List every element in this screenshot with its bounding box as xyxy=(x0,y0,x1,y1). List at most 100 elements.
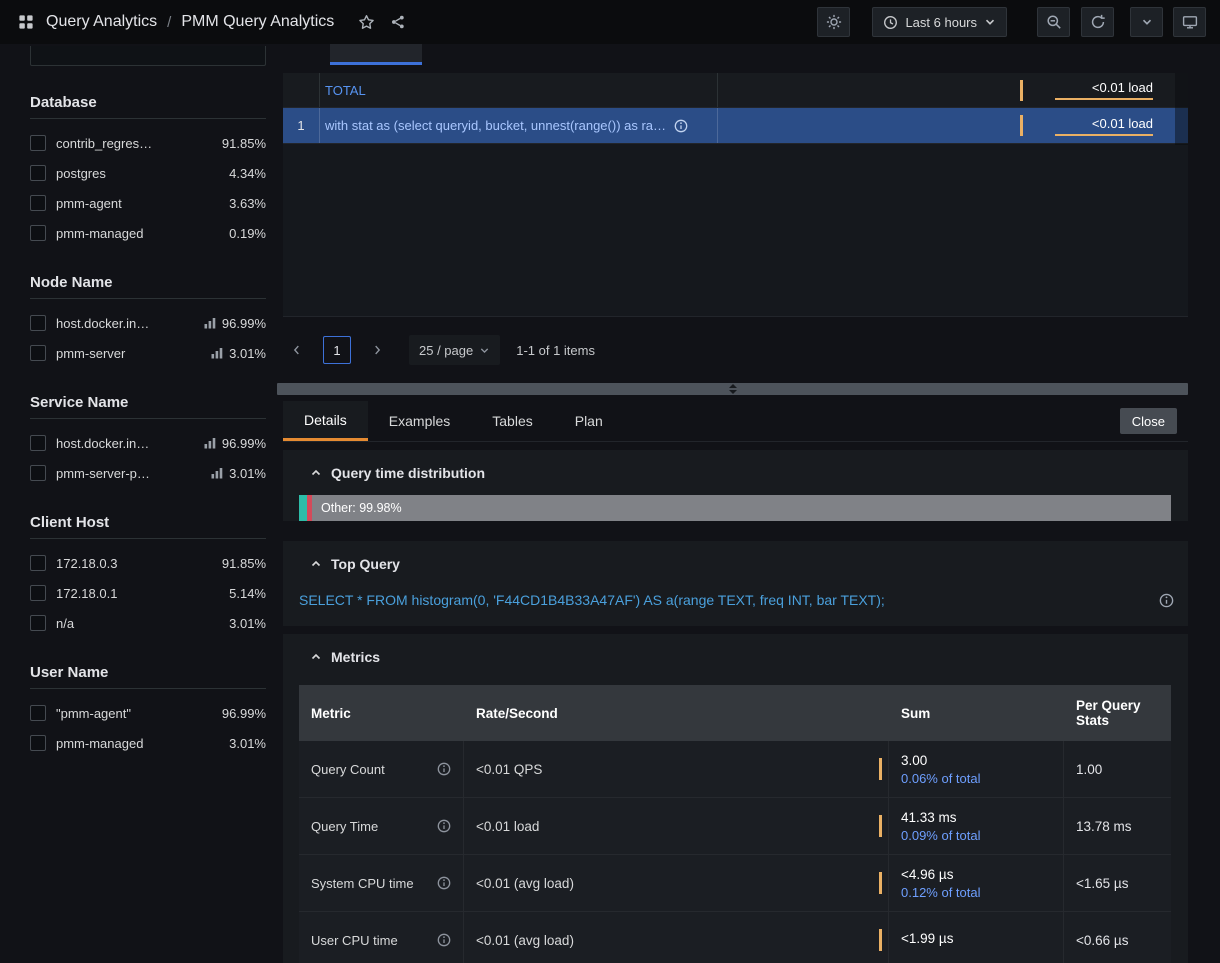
metric-sum-percent-link[interactable]: 0.09% of total xyxy=(901,828,981,843)
time-range-picker[interactable]: Last 6 hours xyxy=(872,7,1007,37)
checkbox[interactable] xyxy=(30,135,46,151)
caret-up-icon xyxy=(310,467,322,479)
apps-grid-icon[interactable] xyxy=(18,14,34,30)
section-header[interactable]: Metrics xyxy=(283,634,1188,677)
section-header[interactable]: Top Query xyxy=(283,541,1188,584)
checkbox[interactable] xyxy=(30,585,46,601)
filter-item[interactable]: pmm-server 3.01% xyxy=(30,338,266,368)
next-page-button[interactable] xyxy=(363,336,391,364)
metric-per-query: 13.78 ms xyxy=(1064,798,1171,854)
load-cell: <0.01 load xyxy=(718,73,1188,107)
distribution-segment-teal xyxy=(299,495,307,521)
table-row-query[interactable]: 1 with stat as (select queryid, bucket, … xyxy=(283,108,1188,144)
tab-details[interactable]: Details xyxy=(283,401,368,441)
checkbox[interactable] xyxy=(30,435,46,451)
top-query-sql: SELECT * FROM histogram(0, 'F44CD1B4B33A… xyxy=(299,592,1147,608)
page-size-select[interactable]: 25 / page xyxy=(409,335,500,365)
tab-examples[interactable]: Examples xyxy=(368,401,471,441)
filter-item[interactable]: n/a 3.01% xyxy=(30,608,266,638)
filter-item-label: "pmm-agent" xyxy=(56,706,222,721)
filter-item[interactable]: contrib_regres… 91.85% xyxy=(30,128,266,158)
metric-sum-percent-link[interactable]: 0.12% of total xyxy=(901,885,981,900)
dashboard-settings-button[interactable] xyxy=(817,7,850,37)
metrics-row-user-cpu-time: User CPU time <0.01 (avg load) <1.99 µs xyxy=(299,912,1171,963)
metric-sum-percent-link[interactable]: 0.06% of total xyxy=(901,771,981,786)
section-title: Metrics xyxy=(331,649,380,665)
filter-item[interactable]: 172.18.0.1 5.14% xyxy=(30,578,266,608)
star-icon[interactable] xyxy=(358,14,375,31)
table-vertical-scrollbar[interactable] xyxy=(1175,73,1188,145)
filter-search-input[interactable] xyxy=(30,46,266,66)
tab-tables[interactable]: Tables xyxy=(471,401,553,441)
top-nav-bar: Query Analytics / PMM Query Analytics xyxy=(0,0,1220,44)
filter-item[interactable]: postgres 4.34% xyxy=(30,158,266,188)
checkbox[interactable] xyxy=(30,465,46,481)
filter-item[interactable]: pmm-agent 3.63% xyxy=(30,188,266,218)
refresh-button[interactable] xyxy=(1081,7,1114,37)
checkbox[interactable] xyxy=(30,165,46,181)
checkbox[interactable] xyxy=(30,315,46,331)
gear-icon xyxy=(826,14,842,30)
panel-resize-splitter[interactable] xyxy=(277,383,1188,395)
checkbox[interactable] xyxy=(30,225,46,241)
tab-plan[interactable]: Plan xyxy=(554,401,624,441)
metric-per-query: 1.00 xyxy=(1064,741,1171,797)
filter-item[interactable]: host.docker.in… 96.99% xyxy=(30,308,266,338)
filter-section-database: Database contrib_regres… 91.85% postgres… xyxy=(30,94,266,248)
bar-chart-icon[interactable] xyxy=(211,347,223,359)
prev-page-button[interactable] xyxy=(283,336,311,364)
query-overview-table: TOTAL <0.01 load 1 with stat as (select … xyxy=(283,73,1188,317)
filter-item[interactable]: pmm-managed 0.19% xyxy=(30,218,266,248)
close-button[interactable]: Close xyxy=(1120,408,1177,434)
filter-item[interactable]: host.docker.in… 96.99% xyxy=(30,428,266,458)
query-table-sorted-column-header[interactable] xyxy=(330,44,422,65)
filter-item[interactable]: 172.18.0.3 91.85% xyxy=(30,548,266,578)
breadcrumb-section[interactable]: Query Analytics xyxy=(46,13,157,31)
info-icon[interactable] xyxy=(674,119,688,133)
main-content: TOTAL <0.01 load 1 with stat as (select … xyxy=(283,44,1188,963)
info-icon[interactable] xyxy=(437,762,451,776)
bar-chart-icon[interactable] xyxy=(204,437,216,449)
bar-chart-icon[interactable] xyxy=(204,317,216,329)
zoom-out-button[interactable] xyxy=(1037,7,1070,37)
current-page-button[interactable]: 1 xyxy=(323,336,351,364)
checkbox[interactable] xyxy=(30,615,46,631)
metrics-row-system-cpu-time: System CPU time <0.01 (avg load) <4.96 µ… xyxy=(299,855,1171,912)
checkbox[interactable] xyxy=(30,735,46,751)
total-label: TOTAL xyxy=(325,83,366,98)
column-header-metric: Metric xyxy=(299,685,464,741)
filter-item[interactable]: pmm-server-p… 3.01% xyxy=(30,458,266,488)
section-top-query: Top Query SELECT * FROM histogram(0, 'F4… xyxy=(283,541,1188,626)
table-row-total[interactable]: TOTAL <0.01 load xyxy=(283,73,1188,108)
metric-rate: <0.01 QPS xyxy=(476,762,542,777)
kiosk-mode-button[interactable] xyxy=(1173,7,1206,37)
filter-item[interactable]: "pmm-agent" 96.99% xyxy=(30,698,266,728)
filter-item-percent: 3.63% xyxy=(229,196,266,211)
info-icon[interactable] xyxy=(437,876,451,890)
filter-item-label: pmm-agent xyxy=(56,196,229,211)
filter-item-percent: 91.85% xyxy=(222,556,266,571)
filter-section-title: User Name xyxy=(30,664,266,689)
filter-item-percent: 96.99% xyxy=(222,316,266,331)
checkbox[interactable] xyxy=(30,345,46,361)
info-icon[interactable] xyxy=(1159,593,1174,608)
share-icon[interactable] xyxy=(390,14,406,30)
checkbox[interactable] xyxy=(30,195,46,211)
metric-rate: <0.01 load xyxy=(476,819,539,834)
refresh-interval-dropdown[interactable] xyxy=(1130,7,1163,37)
filter-item-label: 172.18.0.1 xyxy=(56,586,229,601)
breadcrumb-page-title[interactable]: PMM Query Analytics xyxy=(181,13,334,31)
pagination: 1 25 / page 1-1 of 1 items xyxy=(283,335,595,365)
filter-item[interactable]: pmm-managed 3.01% xyxy=(30,728,266,758)
filter-item-percent: 96.99% xyxy=(222,706,266,721)
section-header[interactable]: Query time distribution xyxy=(283,450,1188,493)
info-icon[interactable] xyxy=(437,933,451,947)
chevron-down-icon xyxy=(479,345,490,356)
info-icon[interactable] xyxy=(437,819,451,833)
checkbox[interactable] xyxy=(30,555,46,571)
filter-item-label: pmm-server-p… xyxy=(56,466,211,481)
checkbox[interactable] xyxy=(30,705,46,721)
bar-chart-icon[interactable] xyxy=(211,467,223,479)
section-query-time-distribution: Query time distribution Other: 99.98% xyxy=(283,450,1188,521)
filter-item-percent: 0.19% xyxy=(229,226,266,241)
